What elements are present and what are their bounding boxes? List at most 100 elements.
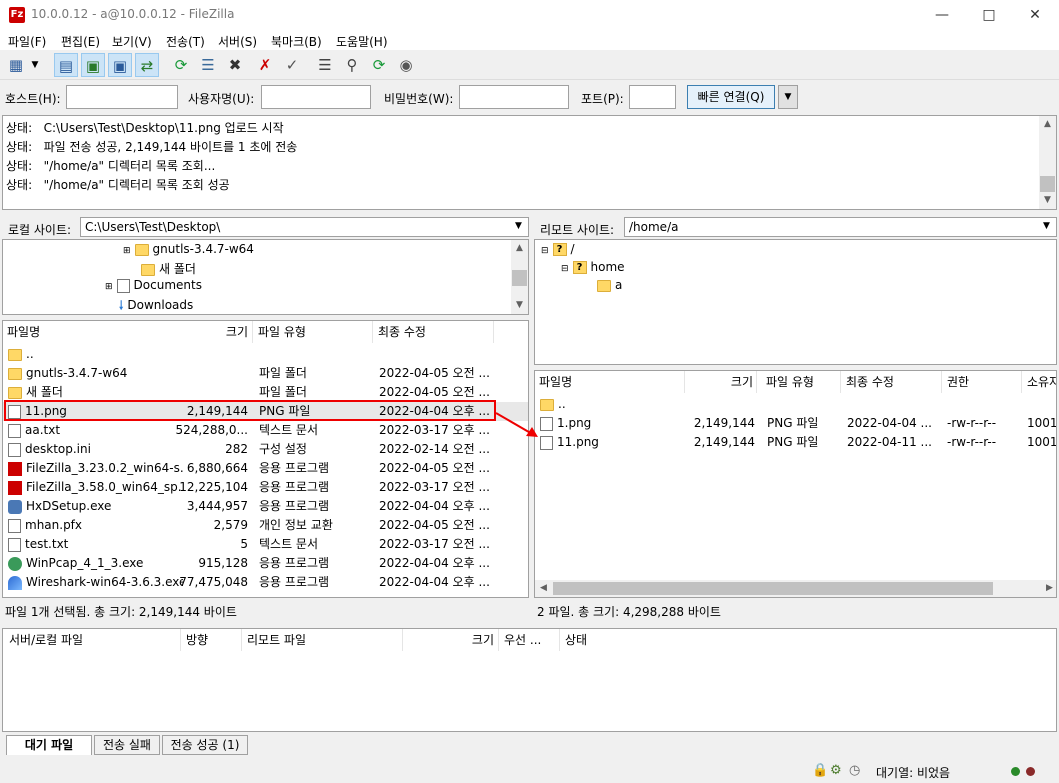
maximize-button[interactable]: □ [966, 0, 1012, 30]
menu-file[interactable]: 파일(F) [8, 33, 46, 50]
toggle-log-icon[interactable]: ▤ [54, 53, 78, 77]
col-header-owner[interactable]: 소유자 [1023, 371, 1056, 393]
tree-item[interactable]: 새 폴더 [141, 260, 196, 277]
scroll-thumb[interactable] [553, 582, 993, 595]
menu-transfer[interactable]: 전송(T) [166, 33, 205, 50]
tree-item[interactable]: a [597, 278, 622, 292]
minimize-button[interactable]: — [919, 0, 965, 30]
site-manager-icon[interactable]: ▦ [4, 53, 28, 77]
scroll-down-icon[interactable]: ▼ [1039, 192, 1056, 209]
scroll-up-icon[interactable]: ▲ [511, 240, 528, 257]
close-button[interactable]: ✕ [1012, 0, 1058, 30]
col-header-type[interactable]: 파일 유형 [762, 371, 841, 393]
table-row[interactable]: desktop.ini 282 구성 설정 2022-02-14 오전 ... [3, 440, 528, 459]
tree-item[interactable]: ⊞ gnutls-3.4.7-w64 [123, 242, 254, 256]
chevron-down-icon[interactable]: ▼ [1043, 221, 1050, 231]
window-title: 10.0.0.12 - a@10.0.0.12 - FileZilla [31, 7, 235, 21]
scroll-left-icon[interactable]: ◀ [535, 580, 552, 597]
tree-scrollbar[interactable]: ▲ ▼ [511, 240, 528, 314]
table-row[interactable]: test.txt 5 텍스트 문서 2022-03-17 오전 ... [3, 535, 528, 554]
username-input[interactable] [261, 85, 371, 109]
table-row[interactable]: 1.png 2,149,144 PNG 파일 2022-04-04 ... -rw-r-… [535, 414, 1056, 433]
menu-help[interactable]: 도움말(H) [336, 33, 388, 50]
queue-col-priority[interactable]: 우선 ... [500, 629, 560, 651]
remote-directory-tree[interactable]: ⊟? / ⊟? home a [534, 239, 1057, 365]
table-row[interactable]: FileZilla_3.58.0_win64_sp... 12,225,104 응용… [3, 478, 528, 497]
menu-bookmarks[interactable]: 북마크(B) [271, 33, 322, 50]
cancel-icon[interactable]: ✖ [223, 53, 247, 77]
queue-col-status[interactable]: 상태 [561, 629, 641, 651]
queue-col-direction[interactable]: 방향 [182, 629, 242, 651]
local-path-input[interactable]: C:\Users\Test\Desktop\ [80, 217, 529, 237]
table-row[interactable]: .. [535, 395, 1056, 414]
reconnect-icon[interactable]: ✓ [280, 53, 304, 77]
tab-successful-transfers[interactable]: 전송 성공 (1) [162, 735, 248, 755]
quickconnect-history-dropdown[interactable]: ▼ [778, 85, 798, 109]
host-input[interactable] [66, 85, 178, 109]
scroll-down-icon[interactable]: ▼ [511, 297, 528, 314]
speed-limit-icon: ◷ [849, 763, 861, 778]
file-modified: 2022-03-17 오전 ... [379, 537, 490, 551]
col-header-modified[interactable]: 최종 수정 [842, 371, 942, 393]
file-modified: 2022-03-17 오전 ... [379, 480, 490, 494]
process-queue-icon[interactable]: ☰ [196, 53, 220, 77]
tree-item[interactable]: 🠓 Downloads [119, 296, 193, 317]
table-row[interactable]: mhan.pfx 2,579 개인 정보 교환 2022-04-05 오전 ... [3, 516, 528, 535]
col-header-type[interactable]: 파일 유형 [254, 321, 373, 343]
local-file-list[interactable]: 파일명 크기 파일 유형 최종 수정 .. gnutls-3.4.7-w64 파일 … [2, 320, 529, 598]
table-row[interactable]: .. [3, 345, 528, 364]
queue-status-text: 대기열: 비었음 [876, 766, 951, 780]
col-header-size[interactable]: 크기 [183, 321, 253, 343]
col-header-modified[interactable]: 최종 수정 [374, 321, 494, 343]
filter-icon[interactable]: ☰ [313, 53, 337, 77]
tree-item[interactable]: ⊟? home [561, 260, 625, 274]
table-row[interactable]: HxDSetup.exe 3,444,957 응용 프로그램 2022-04-04 오… [3, 497, 528, 516]
menu-view[interactable]: 보기(V) [112, 33, 152, 50]
tab-queued-files[interactable]: 대기 파일 [6, 735, 92, 755]
port-input[interactable] [629, 85, 676, 109]
file-name: 새 폴더 [26, 385, 63, 399]
scroll-thumb[interactable] [512, 270, 527, 286]
message-log[interactable]: 상태: C:\Users\Test\Desktop\11.png 업로드 시작 … [2, 115, 1057, 210]
file-type: 개인 정보 교환 [259, 518, 333, 532]
scroll-up-icon[interactable]: ▲ [1039, 116, 1056, 133]
table-row[interactable]: Wireshark-win64-3.6.3.exe 77,475,048 응용 프로… [3, 573, 528, 592]
search-icon[interactable]: ⚲ [340, 53, 364, 77]
site-manager-dropdown-icon[interactable]: ▼ [28, 53, 42, 77]
col-header-permissions[interactable]: 권한 [943, 371, 1022, 393]
col-header-size[interactable]: 크기 [685, 371, 757, 393]
remote-hscrollbar[interactable]: ◀ ▶ [535, 580, 1056, 597]
table-row[interactable]: FileZilla_3.23.0.2_win64-s... 6,880,664 응용… [3, 459, 528, 478]
col-header-name[interactable]: 파일명 [535, 371, 685, 393]
scroll-thumb[interactable] [1040, 176, 1055, 192]
queue-col-remote[interactable]: 리모트 파일 [243, 629, 403, 651]
table-row[interactable]: WinPcap_4_1_3.exe 915,128 응용 프로그램 2022-04-0… [3, 554, 528, 573]
menu-edit[interactable]: 편집(E) [61, 33, 100, 50]
disconnect-icon[interactable]: ✗ [253, 53, 277, 77]
scroll-right-icon[interactable]: ▶ [1041, 580, 1056, 597]
table-row[interactable]: aa.txt 524,288,0... 텍스트 문서 2022-03-17 오후 ..… [3, 421, 528, 440]
queue-col-size[interactable]: 크기 [404, 629, 499, 651]
tree-item[interactable]: ⊟? / [541, 242, 575, 256]
sync-browse-icon[interactable]: ⟳ [367, 53, 391, 77]
chevron-down-icon[interactable]: ▼ [515, 221, 522, 231]
table-row[interactable]: gnutls-3.4.7-w64 파일 폴더 2022-04-05 오전 ... [3, 364, 528, 383]
toggle-local-tree-icon[interactable]: ▣ [81, 53, 105, 77]
find-files-icon[interactable]: ◉ [394, 53, 418, 77]
toggle-queue-icon[interactable]: ⇄ [135, 53, 159, 77]
remote-path-input[interactable]: /home/a [624, 217, 1057, 237]
remote-file-list[interactable]: 파일명 크기 파일 유형 최종 수정 권한 소유자 .. 1.png 2,149,1… [534, 370, 1057, 598]
table-row[interactable]: 11.png 2,149,144 PNG 파일 2022-04-11 ... -rw-r… [535, 433, 1056, 452]
quickconnect-button[interactable]: 빠른 연결(Q) [687, 85, 775, 109]
file-size: 2,149,144 [693, 435, 755, 449]
queue-col-local[interactable]: 서버/로컬 파일 [3, 629, 181, 651]
password-input[interactable] [459, 85, 569, 109]
menu-server[interactable]: 서버(S) [218, 33, 257, 50]
transfer-queue[interactable]: 서버/로컬 파일 방향 리모트 파일 크기 우선 ... 상태 [2, 628, 1057, 732]
tab-failed-transfers[interactable]: 전송 실패 [94, 735, 160, 755]
toggle-remote-tree-icon[interactable]: ▣ [108, 53, 132, 77]
tree-item[interactable]: ⊞ Documents [105, 278, 202, 293]
local-directory-tree[interactable]: ⊞ gnutls-3.4.7-w64 새 폴더 ⊞ Documents 🠓 Downl… [2, 239, 529, 315]
log-scrollbar[interactable]: ▲ ▼ [1039, 116, 1056, 209]
refresh-icon[interactable]: ⟳ [169, 53, 193, 77]
